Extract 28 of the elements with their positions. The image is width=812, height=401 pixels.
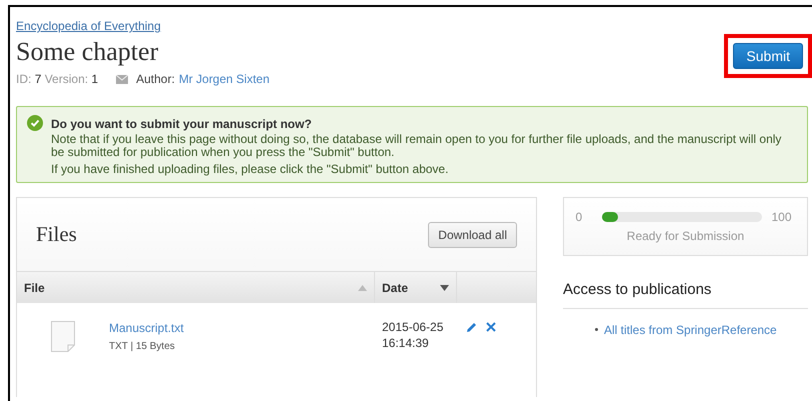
progress-max: 100: [772, 209, 793, 226]
checkmark-icon: [27, 115, 43, 131]
download-all-button[interactable]: Download all: [428, 222, 517, 248]
page-title: Some chapter: [16, 36, 160, 68]
progress-min: 0: [576, 209, 584, 226]
bullet-icon: [595, 328, 598, 331]
author-label: Author:: [136, 71, 175, 88]
notice-text: If you have finished uploading files, please click the "Submit" button above.: [51, 163, 450, 176]
submit-button[interactable]: Submit: [733, 43, 803, 69]
section-heading: Access to publications: [563, 279, 808, 308]
envelope-icon: [116, 74, 128, 84]
breadcrumb-link[interactable]: Encyclopedia of Everything: [16, 17, 270, 35]
column-header[interactable]: File: [17, 272, 375, 303]
time-text: 16:14:39: [382, 335, 430, 351]
close-icon[interactable]: [486, 322, 496, 332]
notice-heading: Do you want to submit your manuscript now?: [51, 116, 313, 133]
author-link[interactable]: Mr Jorgen Sixten: [178, 70, 270, 88]
file-link[interactable]: Manuscript.txt: [109, 319, 184, 337]
progress-caption: Ready for Submission: [626, 228, 744, 245]
id-version-text: ID: 7 Version: 1: [16, 71, 98, 88]
file-info: TXT | 15 Bytes: [109, 340, 176, 354]
column-header[interactable]: Date: [375, 272, 457, 303]
file-icon: [51, 321, 75, 352]
panel-title: Files: [36, 220, 77, 248]
date-text: 2015-06-25: [382, 319, 444, 335]
notice-text: Note that if you leave this page without doing so, the database will remain open to you for further file uploads, and the manuscript will only be submitted for publication when you press the "Submit" button.: [51, 133, 782, 159]
publication-link[interactable]: All titles from SpringerReference: [604, 320, 777, 338]
pencil-icon[interactable]: [466, 322, 477, 333]
